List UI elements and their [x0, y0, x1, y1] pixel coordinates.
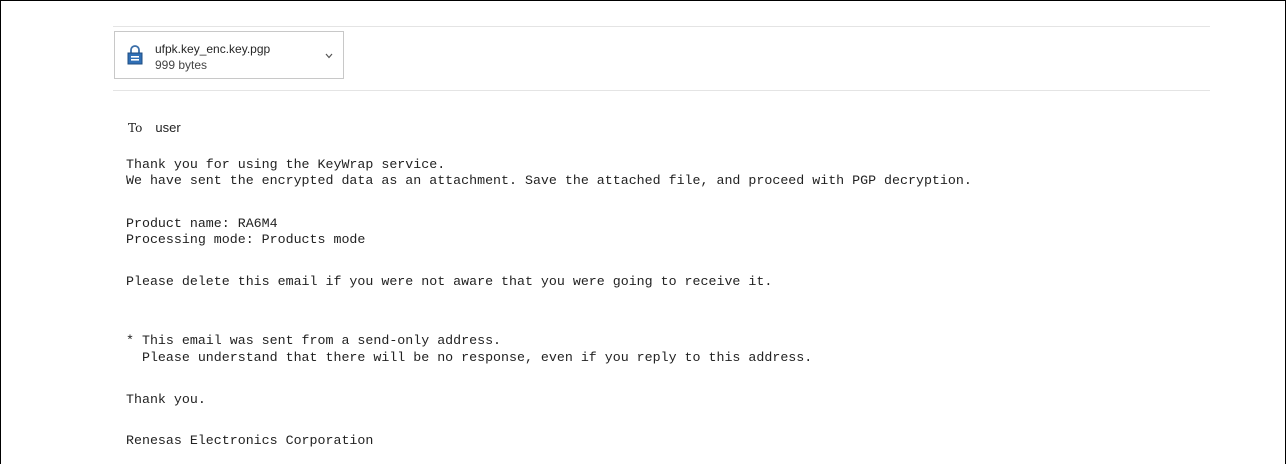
body-line-delete-notice: Please delete this email if you were not…: [126, 274, 773, 289]
recipient-row: To user: [128, 117, 181, 136]
chevron-down-icon[interactable]: [325, 53, 333, 59]
body-line-attachment-info: We have sent the encrypted data as an at…: [126, 173, 972, 188]
attachment-size: 999 bytes: [155, 58, 208, 72]
body-line-thanks-service: Thank you for using the KeyWrap service.: [126, 157, 446, 172]
body-line-signature: Renesas Electronics Corporation: [126, 433, 374, 448]
recipient-value: user: [155, 120, 181, 135]
header-divider-top: [113, 26, 1210, 27]
body-line-send-only: * This email was sent from a send-only a…: [126, 333, 502, 348]
body-line-no-response: Please understand that there will be no …: [126, 350, 813, 365]
attachment-filename: ufpk.key_enc.key.pgp: [155, 42, 271, 56]
attachment-lock-icon: [127, 45, 143, 65]
body-line-processing-mode: Processing mode: Products mode: [126, 232, 366, 247]
header-divider-bottom: [113, 90, 1210, 91]
body-line-product-name: Product name: RA6M4: [126, 216, 278, 231]
body-line-thank-you: Thank you.: [126, 392, 206, 407]
attachment-card[interactable]: ufpk.key_enc.key.pgp 999 bytes: [114, 31, 344, 79]
to-label: To: [128, 121, 143, 135]
